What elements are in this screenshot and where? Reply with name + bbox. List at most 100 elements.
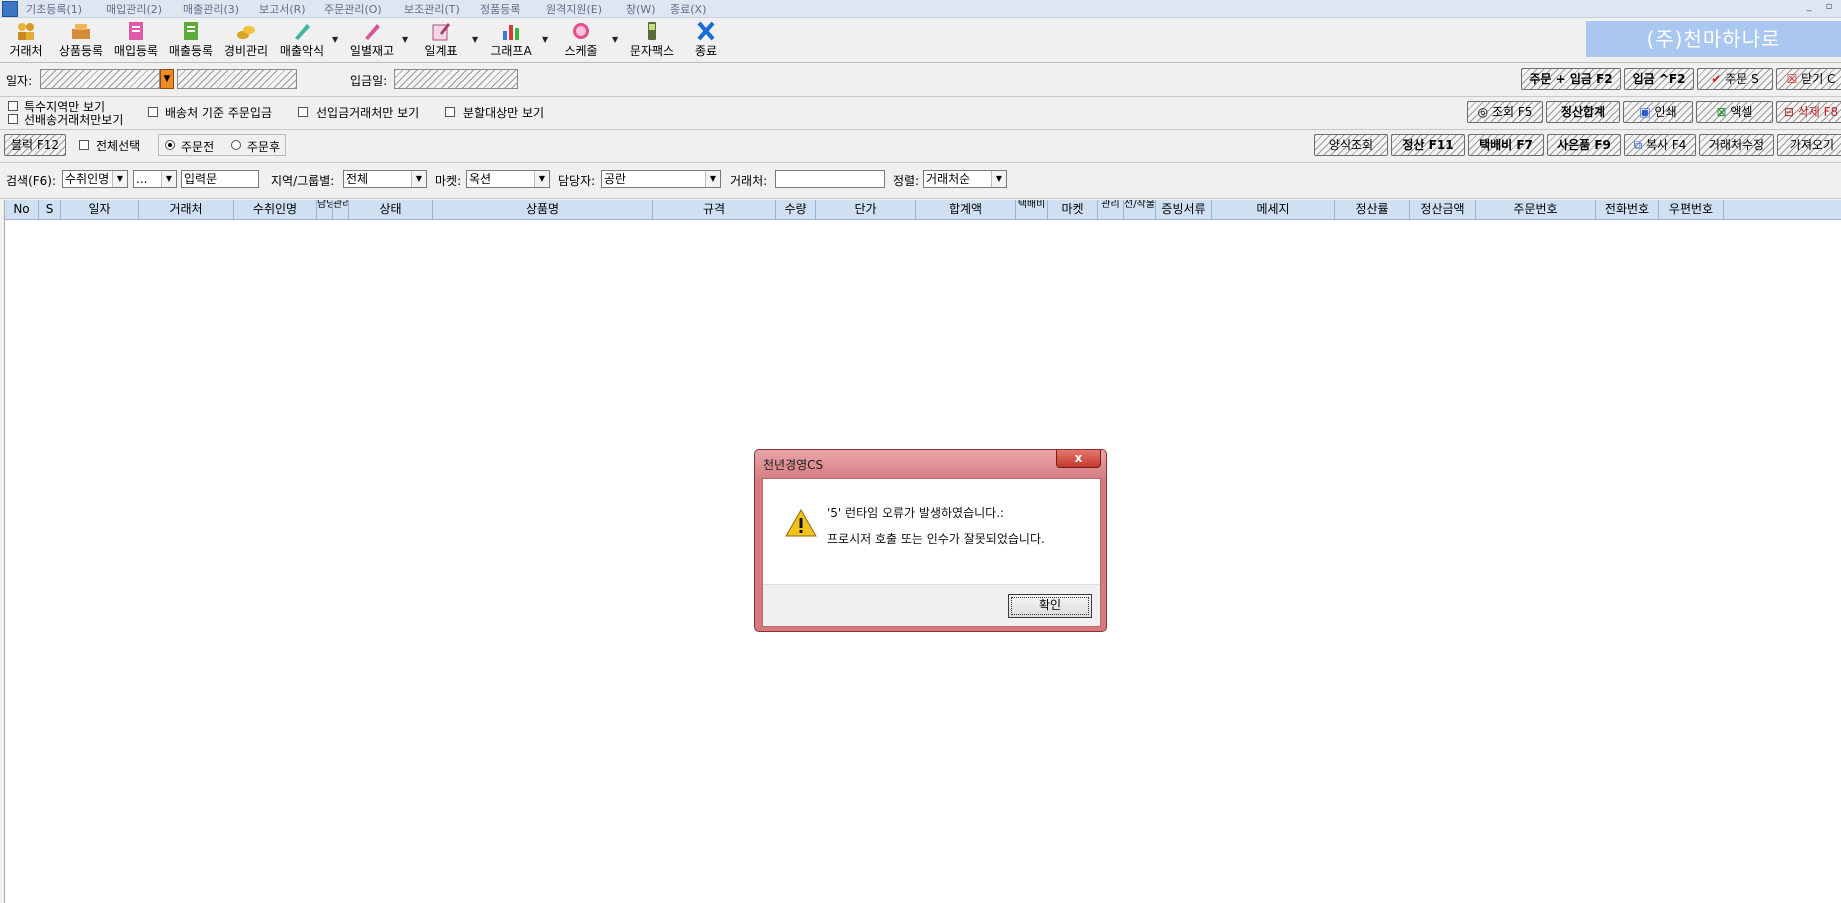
delivery-basis-checkbox[interactable] bbox=[148, 107, 158, 117]
copy-button[interactable]: ⧉ 복사 F4 bbox=[1624, 134, 1696, 156]
excel-button[interactable]: ⊠ 엑셀 bbox=[1696, 101, 1773, 123]
col-document[interactable]: 증빙서류 bbox=[1156, 200, 1212, 219]
form-search-button[interactable]: 양식조회 bbox=[1314, 134, 1388, 156]
order-button[interactable]: ✔ 주문 S bbox=[1697, 68, 1773, 90]
client-input[interactable] bbox=[775, 170, 885, 188]
col-phone[interactable]: 전화번호 bbox=[1596, 200, 1659, 219]
block-button[interactable]: 블럭 F12 bbox=[4, 134, 66, 156]
col-date[interactable]: 일자 bbox=[61, 200, 139, 219]
daily-ledger-dropdown-icon[interactable]: ▼ bbox=[472, 35, 478, 44]
menu-remote-support[interactable]: 원격지원(E) bbox=[546, 1, 602, 17]
col-no[interactable]: No bbox=[5, 200, 39, 219]
col-unit-price[interactable]: 단가 bbox=[816, 200, 916, 219]
settlement-total-button[interactable]: 정산합계 bbox=[1546, 101, 1620, 123]
col-market[interactable]: 마켓 bbox=[1048, 200, 1098, 219]
menu-auxiliary[interactable]: 보조관리(T) bbox=[404, 1, 460, 17]
deposit-button[interactable]: 입금 ^F2 bbox=[1624, 68, 1694, 90]
prepaid-client-checkbox[interactable] bbox=[298, 107, 308, 117]
col-settle-amount[interactable]: 정산금액 bbox=[1410, 200, 1476, 219]
col-status[interactable]: 상태 bbox=[349, 200, 433, 219]
menu-sales[interactable]: 매출관리(3) bbox=[183, 1, 239, 17]
print-button[interactable]: ▣ 인쇄 bbox=[1623, 101, 1693, 123]
schedule-dropdown-icon[interactable]: ▼ bbox=[612, 35, 618, 44]
market-select[interactable]: 옥션 ▼ bbox=[466, 170, 550, 188]
order-deposit-button[interactable]: 주문 + 입금 F2 bbox=[1521, 68, 1621, 90]
purchase-registration-button[interactable]: 매입등록 bbox=[110, 21, 162, 61]
col-settle-rate[interactable]: 정산률 bbox=[1335, 200, 1410, 219]
pre-delivery-checkbox[interactable] bbox=[8, 114, 18, 124]
minimize-icon[interactable]: _ bbox=[1802, 1, 1816, 14]
settle-button[interactable]: 정산 F11 bbox=[1391, 134, 1465, 156]
sort-select[interactable]: 거래처순 ▼ bbox=[923, 170, 1007, 188]
search-field-select[interactable]: 수취인명 ▼ bbox=[62, 170, 128, 188]
col-delivery-fee[interactable]: 택배비 bbox=[1016, 200, 1048, 219]
col-message[interactable]: 메세지 bbox=[1212, 200, 1335, 219]
client-button[interactable]: 거래처 bbox=[0, 21, 52, 61]
delivery-fee-button[interactable]: 택배비 F7 bbox=[1468, 134, 1544, 156]
search-label: 검색(F6): bbox=[6, 174, 57, 188]
col-manager[interactable]: 담당 bbox=[317, 200, 333, 219]
manager-select[interactable]: 공란 ▼ bbox=[601, 170, 721, 188]
menu-report[interactable]: 보고서(R) bbox=[259, 1, 306, 17]
select-all-checkbox[interactable] bbox=[79, 140, 89, 150]
col-client[interactable]: 거래처 bbox=[139, 200, 234, 219]
delete-button[interactable]: ⊟ 삭제 F8 bbox=[1776, 101, 1841, 123]
menu-basic-registration[interactable]: 기초등록(1) bbox=[26, 1, 82, 17]
daily-ledger-button[interactable]: 일계표 bbox=[415, 21, 467, 61]
product-registration-button[interactable]: 상품등록 bbox=[55, 21, 107, 61]
document-pink-icon bbox=[129, 22, 143, 40]
pencil-pink-icon bbox=[365, 24, 380, 40]
sales-form-button[interactable]: 매출악식 bbox=[275, 21, 329, 61]
col-postal[interactable]: 우편번호 bbox=[1659, 200, 1724, 219]
import-button[interactable]: 가져오기 bbox=[1777, 134, 1841, 156]
end-date-input[interactable] bbox=[177, 69, 297, 89]
sort-label: 정렬: bbox=[893, 174, 920, 188]
daily-inventory-dropdown-icon[interactable]: ▼ bbox=[402, 35, 408, 44]
search-button[interactable]: ◎ 조회 F5 bbox=[1467, 101, 1543, 123]
col-s[interactable]: S bbox=[39, 200, 61, 219]
col-product[interactable]: 상품명 bbox=[433, 200, 653, 219]
menu-order[interactable]: 주문관리(O) bbox=[324, 1, 382, 17]
special-region-checkbox[interactable] bbox=[8, 101, 18, 111]
region-select[interactable]: 전체 ▼ bbox=[343, 170, 427, 188]
col-admin-2[interactable]: 관리 bbox=[1098, 200, 1124, 219]
date-dropdown-icon[interactable]: ▼ bbox=[160, 69, 174, 89]
graph-button[interactable]: 그래프A bbox=[485, 21, 537, 61]
col-recipient[interactable]: 수취인명 bbox=[234, 200, 317, 219]
app-icon[interactable] bbox=[2, 1, 18, 17]
menu-exit[interactable]: 종료(X) bbox=[670, 1, 706, 17]
dialog-close-button[interactable]: x bbox=[1056, 450, 1101, 468]
menu-purchase[interactable]: 매입관리(2) bbox=[106, 1, 162, 17]
col-order-number[interactable]: 주문번호 bbox=[1476, 200, 1596, 219]
search-operator-select[interactable]: ... ▼ bbox=[133, 170, 177, 188]
sales-form-dropdown-icon[interactable]: ▼ bbox=[332, 35, 338, 44]
before-order-radio[interactable] bbox=[165, 140, 175, 150]
close-button[interactable]: ☒ 닫기 C bbox=[1776, 68, 1841, 90]
sms-fax-button[interactable]: 문자팩스 bbox=[625, 21, 679, 61]
edit-client-button[interactable]: 거래처수정 bbox=[1699, 134, 1774, 156]
restore-icon[interactable]: ▫ bbox=[1822, 1, 1836, 14]
chevron-down-icon: ▼ bbox=[991, 171, 1006, 187]
col-qty[interactable]: 수량 bbox=[776, 200, 816, 219]
before-order-label: 주문전 bbox=[181, 140, 215, 154]
menu-window[interactable]: 창(W) bbox=[626, 1, 656, 17]
gift-button[interactable]: 사은품 F9 bbox=[1547, 134, 1621, 156]
col-admin[interactable]: 관리 bbox=[333, 200, 349, 219]
col-total[interactable]: 합계액 bbox=[916, 200, 1016, 219]
search-input[interactable]: 입력문 bbox=[181, 170, 259, 188]
error-dialog: 천년경영CS x '5' 런타임 오류가 발생하였습니다.: 프로시저 호출 또… bbox=[754, 449, 1107, 632]
schedule-button[interactable]: 스케줄 bbox=[555, 21, 607, 61]
graph-dropdown-icon[interactable]: ▼ bbox=[542, 35, 548, 44]
sales-registration-button[interactable]: 매출등록 bbox=[165, 21, 217, 61]
expense-management-button[interactable]: 경비관리 bbox=[220, 21, 272, 61]
split-target-checkbox[interactable] bbox=[445, 107, 455, 117]
start-date-input[interactable] bbox=[40, 69, 160, 89]
deposit-date-input[interactable] bbox=[394, 69, 518, 89]
after-order-radio[interactable] bbox=[231, 140, 241, 150]
daily-inventory-button[interactable]: 일별재고 bbox=[345, 21, 399, 61]
exit-button[interactable]: 종료 bbox=[682, 21, 730, 61]
col-spec[interactable]: 규격 bbox=[653, 200, 776, 219]
ok-button[interactable]: 확인 bbox=[1008, 594, 1092, 618]
col-prepaid[interactable]: 선/착불 bbox=[1124, 200, 1156, 219]
menu-license[interactable]: 정품등록 bbox=[480, 1, 520, 17]
